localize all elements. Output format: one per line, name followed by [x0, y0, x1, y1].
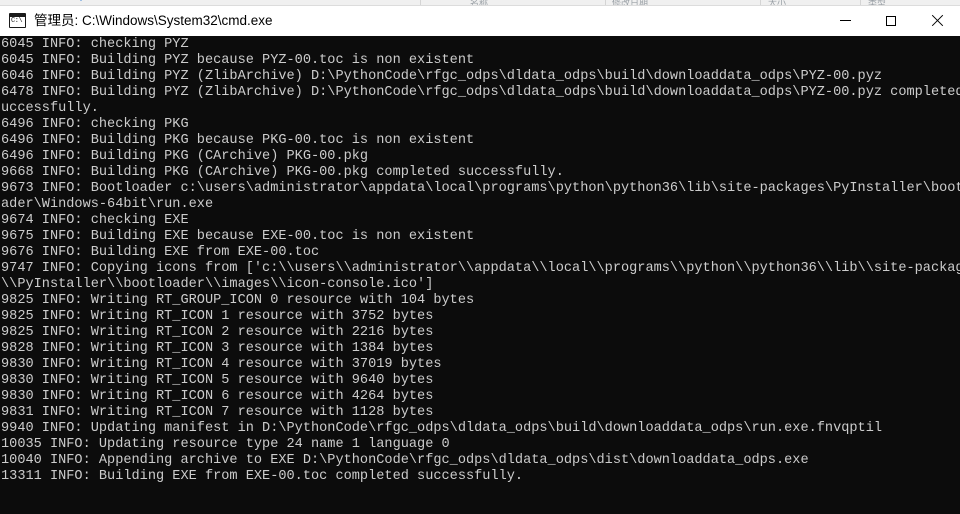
- title-bar[interactable]: C:\ 管理员: C:\Windows\System32\cmd.exe: [0, 6, 960, 36]
- console-line: 9825 INFO: Writing RT_GROUP_ICON 0 resou…: [1, 293, 475, 308]
- console-line: 9825 INFO: Writing RT_ICON 2 resource wi…: [1, 325, 434, 340]
- cmd-console-window: C:\ 管理员: C:\Windows\System32\cmd.exe 604…: [0, 6, 960, 514]
- console-line: 6496 INFO: checking PKG: [1, 117, 189, 132]
- prompt-row: D:\PythonCode\rfgc_odps\dldata_odps>: [1, 501, 960, 514]
- console-line: 9830 INFO: Writing RT_ICON 5 resource wi…: [1, 373, 434, 388]
- console-line: 10035 INFO: Updating resource type 24 na…: [1, 437, 450, 452]
- console-line: 9825 INFO: Writing RT_ICON 1 resource wi…: [1, 309, 434, 324]
- console-line: 9673 INFO: Bootloader c:\users\administr…: [1, 181, 960, 196]
- console-line: 9676 INFO: Building EXE from EXE-00.toc: [1, 245, 320, 260]
- console-line: 9830 INFO: Writing RT_ICON 4 resource wi…: [1, 357, 442, 372]
- console-line: 10040 INFO: Appending archive to EXE D:\…: [1, 453, 809, 468]
- console-line: 6496 INFO: Building PKG (CArchive) PKG-0…: [1, 149, 369, 164]
- console-line: 9674 INFO: checking EXE: [1, 213, 189, 228]
- console-line: uccessfully.: [1, 101, 99, 116]
- console-line: 6046 INFO: Building PYZ (ZlibArchive) D:…: [1, 69, 883, 84]
- console-line: 6496 INFO: Building PKG because PKG-00.t…: [1, 133, 475, 148]
- maximize-icon: [886, 15, 896, 26]
- console-line: 6478 INFO: Building PYZ (ZlibArchive) D:…: [1, 85, 960, 100]
- console-line: 9831 INFO: Writing RT_ICON 7 resource wi…: [1, 405, 434, 420]
- minimize-icon: [839, 20, 851, 21]
- console-text: 6045 INFO: checking PYZ 6045 INFO: Buildi…: [1, 36, 960, 501]
- console-line: 6045 INFO: checking PYZ: [1, 37, 189, 52]
- console-line: 9668 INFO: Building PKG (CArchive) PKG-0…: [1, 165, 564, 180]
- console-line: 9940 INFO: Updating manifest in D:\Pytho…: [1, 421, 883, 436]
- console-line: 6045 INFO: Building PYZ because PYZ-00.t…: [1, 53, 475, 68]
- console-line: \\PyInstaller\\bootloader\\images\\icon-…: [1, 277, 434, 292]
- minimize-button[interactable]: [822, 6, 868, 36]
- close-icon: [931, 15, 943, 27]
- sort-arrow-icon: [76, 0, 86, 1]
- console-line: 9830 INFO: Writing RT_ICON 6 resource wi…: [1, 389, 434, 404]
- console-line: 9747 INFO: Copying icons from ['c:\\user…: [1, 261, 960, 276]
- window-controls: [822, 6, 960, 36]
- console-line: 13311 INFO: Building EXE from EXE-00.toc…: [1, 469, 524, 484]
- maximize-button[interactable]: [868, 6, 914, 36]
- icon-prompt-text: C:\: [11, 17, 23, 25]
- console-line: 9675 INFO: Building EXE because EXE-00.t…: [1, 229, 475, 244]
- console-line: 9828 INFO: Writing RT_ICON 3 resource wi…: [1, 341, 434, 356]
- close-button[interactable]: [914, 6, 960, 36]
- console-output-area[interactable]: 6045 INFO: checking PYZ 6045 INFO: Buildi…: [0, 36, 960, 514]
- window-title: 管理员: C:\Windows\System32\cmd.exe: [34, 12, 273, 28]
- console-line: ader\Windows-64bit\run.exe: [1, 197, 214, 212]
- cmd-console-icon: C:\: [9, 13, 26, 28]
